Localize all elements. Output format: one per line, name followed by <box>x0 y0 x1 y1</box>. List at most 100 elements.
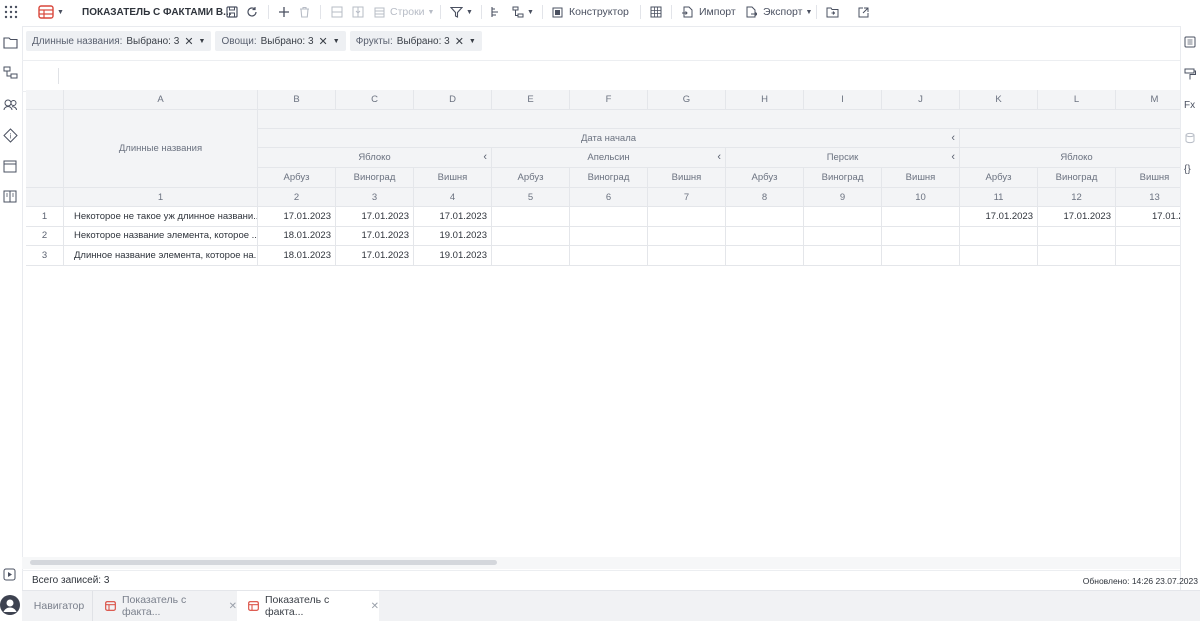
save-icon[interactable] <box>226 0 238 24</box>
data-cell[interactable] <box>882 226 960 246</box>
column-header-letter[interactable]: D <box>414 90 492 110</box>
data-cell[interactable] <box>648 246 726 266</box>
table-settings-icon[interactable] <box>650 0 662 24</box>
data-cell[interactable]: 17.01.2023 <box>960 207 1038 227</box>
column-header-letter[interactable]: M <box>1116 90 1180 110</box>
data-cell[interactable] <box>882 246 960 266</box>
panel-list-icon[interactable] <box>1184 36 1200 52</box>
add-icon[interactable] <box>278 0 290 24</box>
data-cell[interactable] <box>960 226 1038 246</box>
row-name-cell[interactable]: Длинное название элемента, которое на... <box>64 246 258 266</box>
data-cell[interactable] <box>648 207 726 227</box>
data-cell[interactable]: 17.01.2023 <box>258 207 336 227</box>
formula-fx-icon[interactable]: Fx <box>1184 100 1200 116</box>
user-avatar[interactable] <box>0 595 20 615</box>
row-number[interactable]: 3 <box>26 246 64 266</box>
external-link-icon[interactable] <box>858 0 869 24</box>
subcolumn-header[interactable]: Виноград <box>336 168 414 188</box>
group-header[interactable]: Яблоко ‹ <box>258 148 492 168</box>
data-cell[interactable]: 19.01.2023 <box>414 226 492 246</box>
data-cell[interactable] <box>492 207 570 227</box>
column-header-letter[interactable]: A <box>64 90 258 110</box>
insert-rows-icon[interactable] <box>331 0 343 24</box>
export-dropdown[interactable]: Экспорт ▼ <box>745 0 812 24</box>
refresh-icon[interactable] <box>246 0 258 24</box>
structure-icon[interactable] <box>3 66 19 82</box>
row-number[interactable]: 1 <box>26 207 64 227</box>
data-cell[interactable]: 17.01.2023 <box>336 246 414 266</box>
row-name-cell[interactable]: Некоторое не такое уж длинное названи... <box>64 207 258 227</box>
column-header-letter[interactable]: L <box>1038 90 1116 110</box>
data-cell[interactable] <box>726 226 804 246</box>
collapse-icon[interactable]: ‹ <box>951 151 955 163</box>
column-header-letter[interactable]: E <box>492 90 570 110</box>
row-number[interactable]: 2 <box>26 226 64 246</box>
users-icon[interactable] <box>3 98 19 114</box>
data-cell[interactable] <box>570 246 648 266</box>
close-icon[interactable]: ✕ <box>371 601 379 612</box>
subcolumn-header[interactable]: Виноград <box>570 168 648 188</box>
data-cell[interactable] <box>1116 226 1180 246</box>
chevron-down-icon[interactable]: ▼ <box>333 38 340 45</box>
group-header[interactable]: Персик ‹ <box>726 148 960 168</box>
tree-dropdown[interactable]: ▼ <box>512 0 534 24</box>
data-cell[interactable]: 18.01.2023 <box>258 226 336 246</box>
play-icon[interactable] <box>3 568 19 584</box>
data-cell[interactable] <box>492 226 570 246</box>
filter-chip[interactable]: Длинные названия: Выбрано: 3 ✕ ▼ <box>26 31 212 51</box>
row-header-title[interactable]: Длинные названия <box>64 110 258 188</box>
data-cell[interactable] <box>648 226 726 246</box>
document-type-dropdown[interactable]: ▼ <box>38 0 64 24</box>
code-braces-icon[interactable]: {} <box>1184 164 1200 180</box>
column-header-letter[interactable]: B <box>258 90 336 110</box>
diamond-info-icon[interactable]: i <box>3 128 19 144</box>
data-cell[interactable]: 17.01.2023 <box>414 207 492 227</box>
collapse-icon[interactable]: ‹ <box>951 132 955 144</box>
apps-grid-icon[interactable] <box>4 0 18 24</box>
scrollbar-thumb[interactable] <box>30 560 497 565</box>
data-cell[interactable] <box>960 246 1038 266</box>
collapse-icon[interactable]: ‹ <box>483 151 487 163</box>
data-cell[interactable]: 17.01.2023 <box>1038 207 1116 227</box>
close-icon[interactable]: ✕ <box>184 35 193 48</box>
format-paint-icon[interactable] <box>1184 68 1200 84</box>
formula-bar[interactable] <box>22 60 1180 92</box>
constructor-button[interactable]: Конструктор <box>552 0 629 24</box>
subcolumn-header[interactable]: Виноград <box>804 168 882 188</box>
subcolumn-header[interactable]: Вишня <box>882 168 960 188</box>
chevron-down-icon[interactable]: ▼ <box>199 38 206 45</box>
data-cell[interactable] <box>726 207 804 227</box>
tab-navigator[interactable]: Навигатор <box>26 591 93 621</box>
import-button[interactable]: Импорт <box>682 0 736 24</box>
delete-icon[interactable] <box>299 0 310 24</box>
data-cell[interactable] <box>804 226 882 246</box>
folder-icon[interactable] <box>3 36 19 52</box>
open-folder-icon[interactable] <box>826 0 839 24</box>
subcolumn-header[interactable]: Арбуз <box>726 168 804 188</box>
subcolumn-header[interactable]: Арбуз <box>258 168 336 188</box>
close-icon[interactable]: ✕ <box>319 35 328 48</box>
top-group-header[interactable]: Дата начала ‹ <box>258 129 960 148</box>
book-icon[interactable] <box>3 190 19 206</box>
data-cell[interactable] <box>882 207 960 227</box>
close-icon[interactable]: ✕ <box>455 35 464 48</box>
filter-chip[interactable]: Фрукты: Выбрано: 3 ✕ ▼ <box>349 31 482 51</box>
data-cell[interactable] <box>804 246 882 266</box>
row-name-cell[interactable]: Некоторое название элемента, которое ... <box>64 226 258 246</box>
rows-dropdown[interactable]: Строки ▼ <box>374 0 434 24</box>
hierarchy-icon[interactable] <box>490 0 502 24</box>
horizontal-scrollbar[interactable] <box>22 557 1180 569</box>
select-all-corner[interactable] <box>26 90 64 110</box>
data-cell[interactable] <box>492 246 570 266</box>
subcolumn-header[interactable]: Вишня <box>414 168 492 188</box>
tab-indicator-2-active[interactable]: Показатель с факта... ✕ <box>237 591 379 621</box>
subcolumn-header[interactable]: Арбуз <box>492 168 570 188</box>
subcolumn-header[interactable]: Вишня <box>1116 168 1180 188</box>
tab-indicator-1[interactable]: Показатель с факта... ✕ <box>93 591 237 621</box>
filter-dropdown[interactable]: ▼ <box>450 0 473 24</box>
close-icon[interactable]: ✕ <box>229 601 237 612</box>
column-header-letter[interactable]: J <box>882 90 960 110</box>
group-header[interactable]: Апельсин ‹ <box>492 148 726 168</box>
column-header-letter[interactable]: I <box>804 90 882 110</box>
data-cell[interactable] <box>570 226 648 246</box>
